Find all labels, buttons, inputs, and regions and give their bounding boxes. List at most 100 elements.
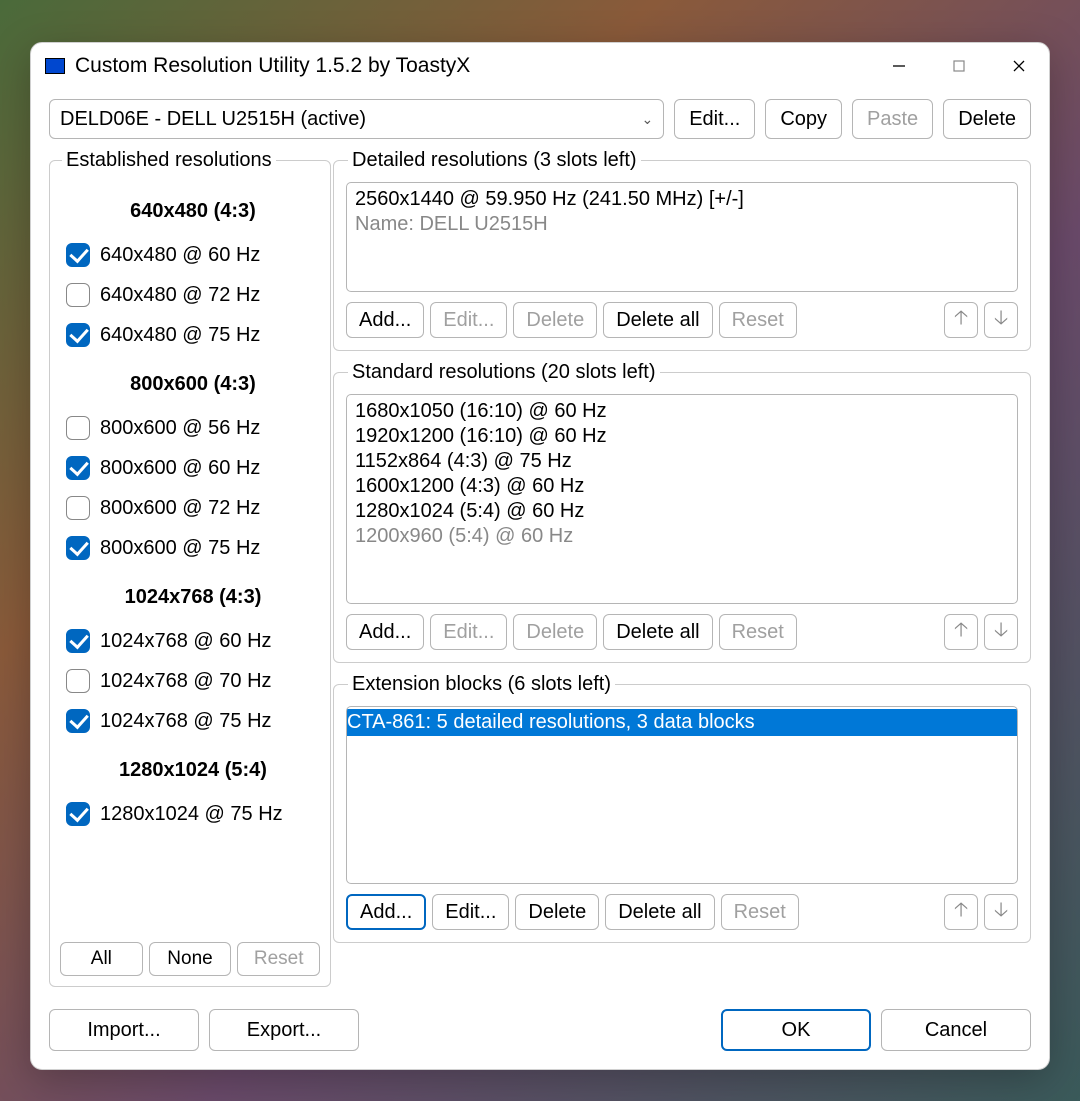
close-button[interactable] [989,43,1049,89]
extension-down-button[interactable]: 🡣 [984,894,1018,930]
edit-display-button[interactable]: Edit... [674,99,755,139]
est-item-label: 640x480 @ 72 Hz [100,284,260,307]
arrow-down-icon: 🡣 [994,615,1008,649]
standard-edit-button[interactable]: Edit... [430,614,507,650]
est-none-button[interactable]: None [149,942,232,976]
chevron-down-icon: ⌄ [641,111,653,128]
est-item-label: 640x480 @ 75 Hz [100,324,260,347]
cancel-button[interactable]: Cancel [881,1009,1031,1051]
arrow-up-icon: 🡡 [954,303,968,337]
est-item[interactable]: 800x600 @ 75 Hz [66,528,320,568]
list-item[interactable]: CTA-861: 5 detailed resolutions, 3 data … [346,709,1018,736]
est-item[interactable]: 1280x1024 @ 75 Hz [66,794,320,834]
app-window: Custom Resolution Utility 1.5.2 by Toast… [30,42,1050,1070]
standard-down-button[interactable]: 🡣 [984,614,1018,650]
caption-buttons [869,43,1049,89]
checkbox-icon[interactable] [66,496,90,520]
footer: Import... Export... OK Cancel [49,1009,1031,1051]
standard-deleteall-button[interactable]: Delete all [603,614,712,650]
checkbox-icon[interactable] [66,416,90,440]
arrow-down-icon: 🡣 [994,895,1008,929]
checkbox-icon[interactable] [66,536,90,560]
detailed-delete-button[interactable]: Delete [513,302,597,338]
list-item[interactable]: 1152x864 (4:3) @ 75 Hz [355,449,1009,474]
est-item[interactable]: 800x600 @ 72 Hz [66,488,320,528]
est-reset-button[interactable]: Reset [237,942,320,976]
detailed-up-button[interactable]: 🡡 [944,302,978,338]
est-group-header: 640x480 (4:3) [66,182,320,235]
arrow-up-icon: 🡡 [954,895,968,929]
minimize-button[interactable] [869,43,929,89]
import-button[interactable]: Import... [49,1009,199,1051]
list-item[interactable]: Name: DELL U2515H [355,212,1009,237]
detailed-buttons: Add... Edit... Delete Delete all Reset 🡡… [346,302,1018,338]
standard-list[interactable]: 1680x1050 (16:10) @ 60 Hz1920x1200 (16:1… [346,394,1018,604]
est-item[interactable]: 800x600 @ 56 Hz [66,408,320,448]
est-item[interactable]: 1024x768 @ 60 Hz [66,621,320,661]
detailed-edit-button[interactable]: Edit... [430,302,507,338]
extension-add-button[interactable]: Add... [346,894,426,930]
extension-edit-button[interactable]: Edit... [432,894,509,930]
est-all-button[interactable]: All [60,942,143,976]
extension-fieldset: Extension blocks (6 slots left) CTA-861:… [333,673,1031,943]
checkbox-icon[interactable] [66,629,90,653]
list-item[interactable]: 2560x1440 @ 59.950 Hz (241.50 MHz) [+/-] [355,187,1009,212]
est-item[interactable]: 1024x768 @ 75 Hz [66,701,320,741]
export-button[interactable]: Export... [209,1009,359,1051]
list-item[interactable]: 1680x1050 (16:10) @ 60 Hz [355,399,1009,424]
extension-up-button[interactable]: 🡡 [944,894,978,930]
checkbox-icon[interactable] [66,456,90,480]
maximize-icon [952,59,966,73]
extension-list[interactable]: CTA-861: 5 detailed resolutions, 3 data … [346,706,1018,884]
window-title: Custom Resolution Utility 1.5.2 by Toast… [75,54,869,78]
paste-button[interactable]: Paste [852,99,933,139]
ok-button[interactable]: OK [721,1009,871,1051]
est-item-label: 800x600 @ 60 Hz [100,457,260,480]
detailed-deleteall-button[interactable]: Delete all [603,302,712,338]
checkbox-icon[interactable] [66,283,90,307]
est-item[interactable]: 640x480 @ 72 Hz [66,275,320,315]
list-item[interactable]: 1600x1200 (4:3) @ 60 Hz [355,474,1009,499]
arrow-down-icon: 🡣 [994,303,1008,337]
checkbox-icon[interactable] [66,802,90,826]
detailed-legend: Detailed resolutions (3 slots left) [348,149,641,172]
standard-reset-button[interactable]: Reset [719,614,797,650]
established-buttons: All None Reset [60,942,320,976]
extension-deleteall-button[interactable]: Delete all [605,894,714,930]
checkbox-icon[interactable] [66,709,90,733]
delete-display-button[interactable]: Delete [943,99,1031,139]
detailed-reset-button[interactable]: Reset [719,302,797,338]
titlebar: Custom Resolution Utility 1.5.2 by Toast… [31,43,1049,89]
checkbox-icon[interactable] [66,669,90,693]
maximize-button[interactable] [929,43,989,89]
display-select-value: DELD06E - DELL U2515H (active) [60,108,366,131]
standard-up-button[interactable]: 🡡 [944,614,978,650]
standard-fieldset: Standard resolutions (20 slots left) 168… [333,361,1031,663]
minimize-icon [892,59,906,73]
list-item[interactable]: 1920x1200 (16:10) @ 60 Hz [355,424,1009,449]
top-row: DELD06E - DELL U2515H (active) ⌄ Edit...… [49,99,1031,139]
list-item[interactable]: 1200x960 (5:4) @ 60 Hz [355,524,1009,549]
est-item[interactable]: 640x480 @ 75 Hz [66,315,320,355]
extension-delete-button[interactable]: Delete [515,894,599,930]
est-item-label: 800x600 @ 75 Hz [100,537,260,560]
checkbox-icon[interactable] [66,323,90,347]
display-select[interactable]: DELD06E - DELL U2515H (active) ⌄ [49,99,664,139]
standard-buttons: Add... Edit... Delete Delete all Reset 🡡… [346,614,1018,650]
detailed-add-button[interactable]: Add... [346,302,424,338]
standard-add-button[interactable]: Add... [346,614,424,650]
app-icon [45,58,65,74]
extension-legend: Extension blocks (6 slots left) [348,673,615,696]
established-list[interactable]: 640x480 (4:3)640x480 @ 60 Hz 640x480 @ 72… [60,182,320,938]
checkbox-icon[interactable] [66,243,90,267]
est-group-header: 1024x768 (4:3) [66,568,320,621]
standard-delete-button[interactable]: Delete [513,614,597,650]
detailed-list[interactable]: 2560x1440 @ 59.950 Hz (241.50 MHz) [+/-]… [346,182,1018,292]
est-item[interactable]: 800x600 @ 60 Hz [66,448,320,488]
extension-reset-button[interactable]: Reset [721,894,799,930]
list-item[interactable]: 1280x1024 (5:4) @ 60 Hz [355,499,1009,524]
detailed-down-button[interactable]: 🡣 [984,302,1018,338]
est-item[interactable]: 1024x768 @ 70 Hz [66,661,320,701]
copy-button[interactable]: Copy [765,99,842,139]
est-item[interactable]: 640x480 @ 60 Hz [66,235,320,275]
